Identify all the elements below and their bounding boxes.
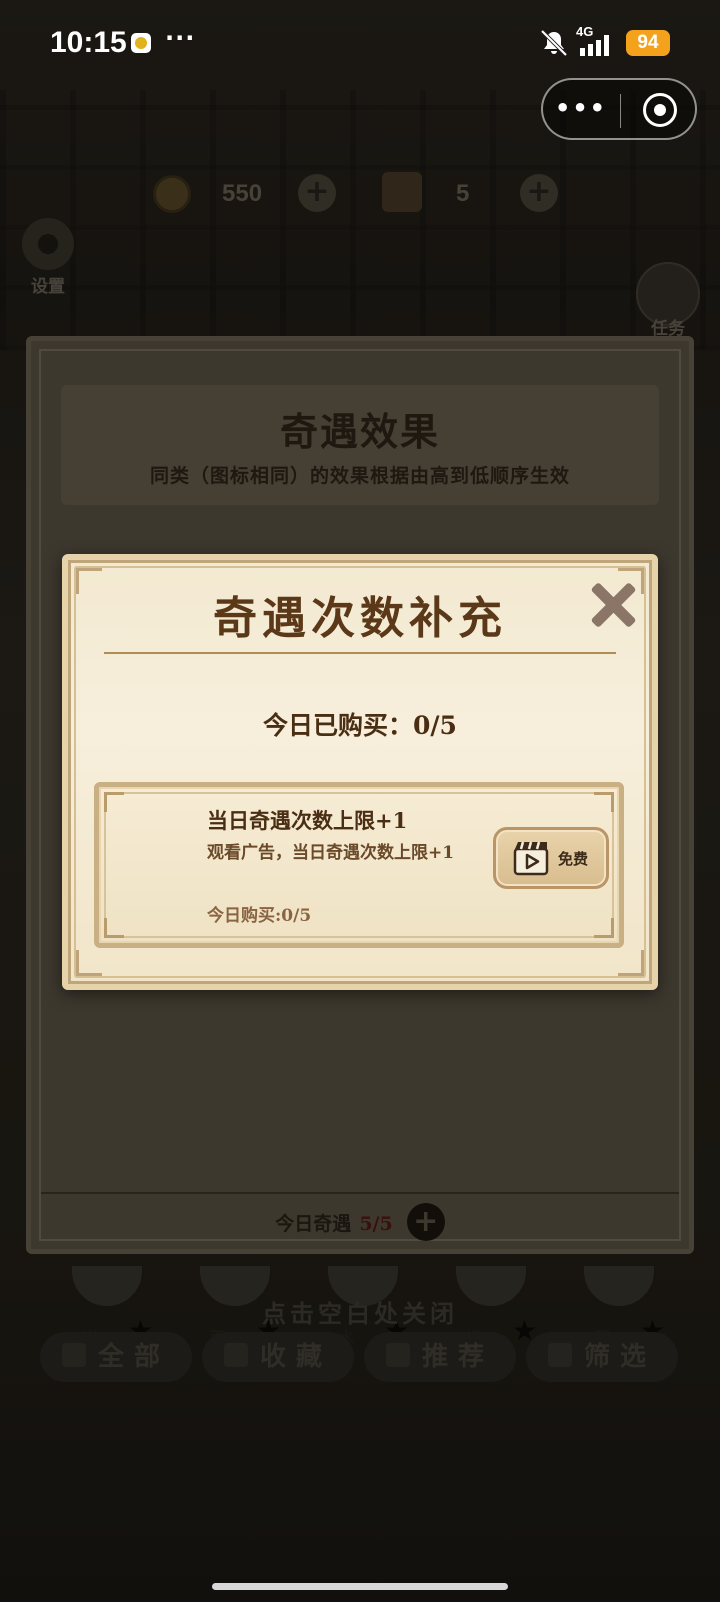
dialog-title: 奇遇次数补充 <box>213 593 507 644</box>
close-icon[interactable] <box>588 580 638 630</box>
bought-today-text: 今日已购买：0/5 <box>263 711 457 740</box>
offer-purchase-count: 今日购买:0/5 <box>207 906 312 926</box>
signal-icon <box>580 35 609 56</box>
status-bar: 10:15 ··· 4G 94 <box>0 0 720 88</box>
corner-ornament <box>104 918 124 938</box>
video-play-icon <box>513 841 549 876</box>
watch-ad-free-button[interactable]: 免费 <box>493 827 609 889</box>
capsule-divider <box>620 94 621 128</box>
mute-icon <box>540 29 568 57</box>
home-indicator[interactable] <box>212 1583 508 1590</box>
corner-ornament <box>594 918 614 938</box>
clock: 10:15 <box>50 26 127 59</box>
free-label: 免费 <box>558 850 589 868</box>
app-notification-icon <box>131 33 151 53</box>
encounter-refill-dialog: 奇遇次数补充 今日已购买：0/5 当日奇遇次数上限+1 观看广告，当日奇遇次数上… <box>62 554 658 990</box>
corner-ornament <box>76 950 102 976</box>
target-circle-icon[interactable] <box>643 93 677 127</box>
offer-description: 观看广告，当日奇遇次数上限+1 <box>207 843 455 863</box>
corner-ornament <box>104 792 124 812</box>
more-dots-icon[interactable]: ••• <box>543 94 619 122</box>
title-divider <box>104 652 616 654</box>
battery-level: 94 <box>626 30 670 56</box>
corner-ornament <box>594 792 614 812</box>
more-dots-icon: ··· <box>165 24 196 52</box>
offer-card: 当日奇遇次数上限+1 观看广告，当日奇遇次数上限+1 今日购买:0/5 免费 <box>94 782 624 948</box>
corner-ornament <box>618 950 644 976</box>
miniprogram-capsule: ••• <box>541 78 697 140</box>
offer-title: 当日奇遇次数上限+1 <box>207 808 408 833</box>
